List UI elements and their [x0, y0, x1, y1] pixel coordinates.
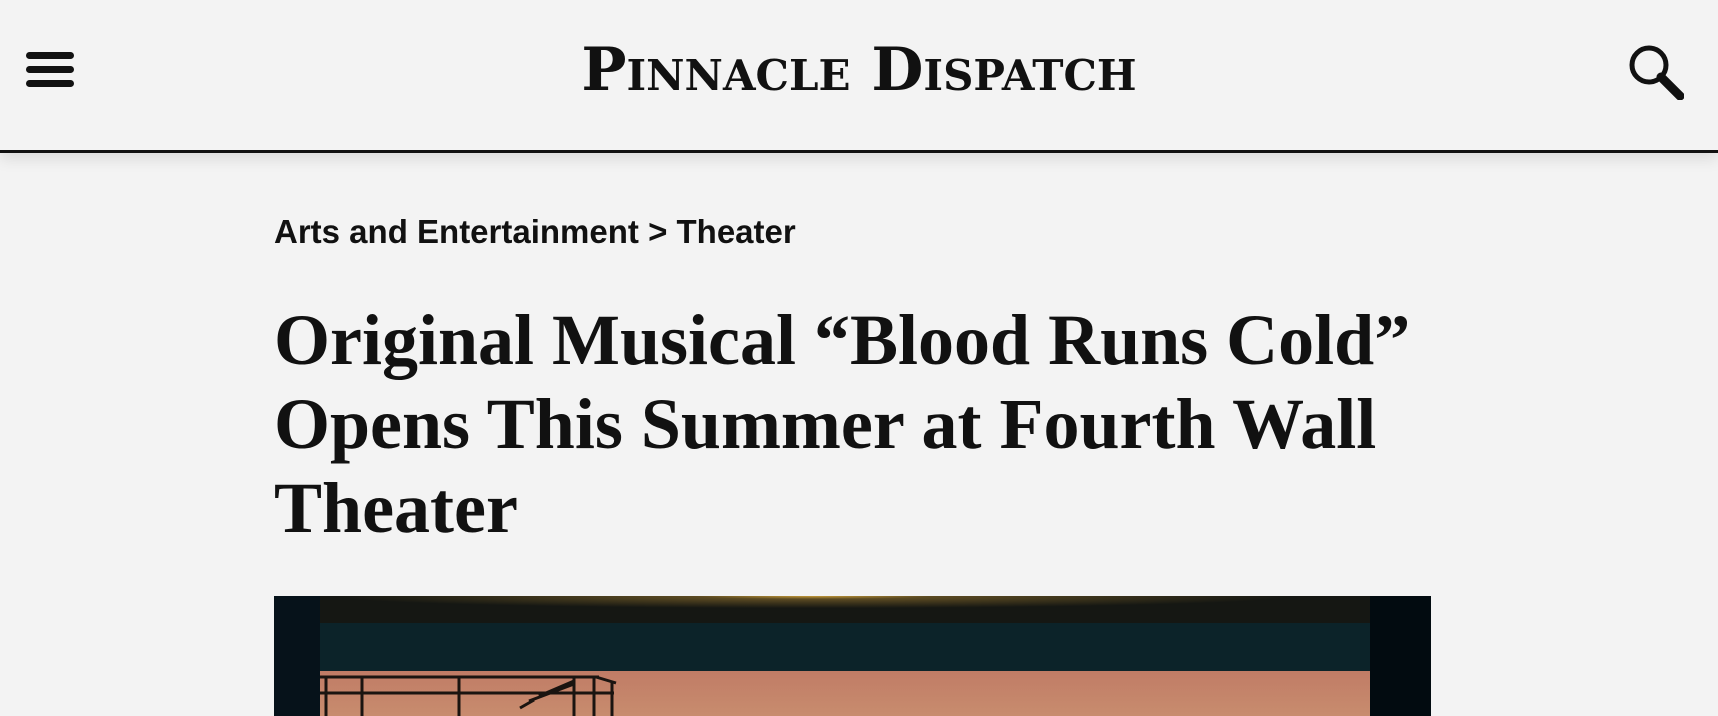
- breadcrumb-section-link[interactable]: Arts and Entertainment: [274, 213, 639, 250]
- article-headline: Original Musical “Blood Runs Cold” Opens…: [274, 300, 1411, 548]
- breadcrumb: Arts and Entertainment > Theater: [274, 212, 796, 252]
- breadcrumb-subsection-link[interactable]: Theater: [677, 213, 796, 250]
- breadcrumb-separator: >: [648, 213, 668, 250]
- hero-image: [274, 596, 1431, 716]
- search-icon[interactable]: [1626, 42, 1685, 101]
- site-logo[interactable]: Pinnacle Dispatch: [0, 32, 1718, 108]
- site-header: Pinnacle Dispatch: [0, 0, 1718, 153]
